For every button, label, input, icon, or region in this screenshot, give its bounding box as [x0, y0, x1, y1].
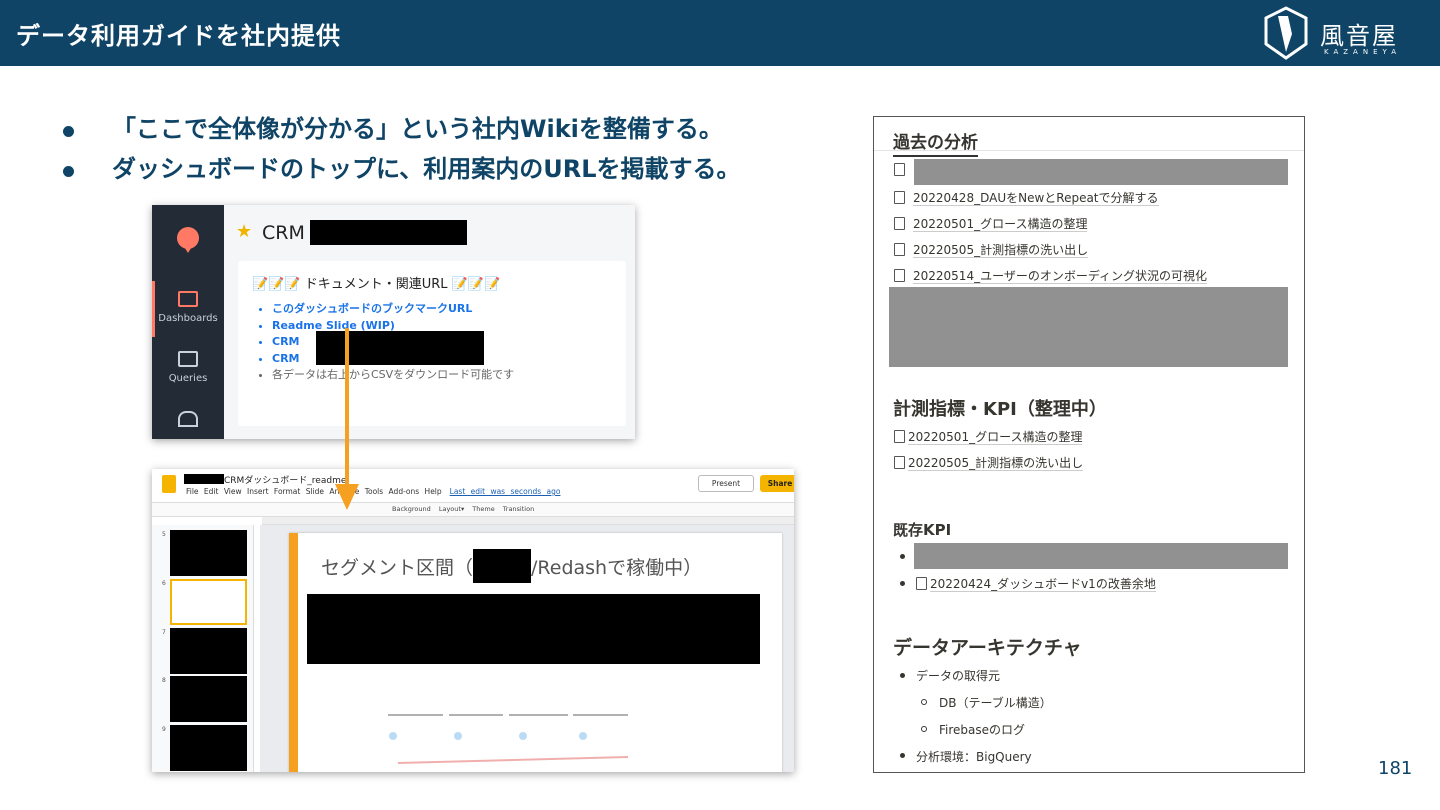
- slide-thumbnail-selected[interactable]: [170, 579, 247, 625]
- document-icon: [894, 269, 905, 282]
- slide-header: データ利用ガイドを社内提供 風音屋 KAZANEYA: [0, 0, 1440, 66]
- redacted-block: [914, 159, 1288, 185]
- bullet-item: ダッシュボードのトップに、利用案内のURLを掲載する。: [60, 150, 860, 190]
- filmstrip: 5 6 7 8 9: [152, 525, 254, 772]
- list-item: 分析環境：BigQuery: [916, 750, 1032, 764]
- redacted-block: [310, 220, 467, 245]
- google-slides-screenshot: CRMダッシュボード_readme File Edit View Insert …: [152, 469, 794, 772]
- logo-mark-icon: [1264, 6, 1308, 60]
- page-number: 181: [1378, 758, 1413, 779]
- redash-dashboard-screenshot: Dashboards Queries ★ CRM 📝📝📝 ドキュメント・関連UR…: [152, 205, 635, 439]
- list-item: DB（テーブル構造）: [939, 696, 1052, 710]
- favorite-star-icon[interactable]: ★: [236, 221, 252, 242]
- document-icon: [894, 243, 905, 256]
- document-icon: [894, 191, 905, 204]
- text-widget: 📝📝📝 ドキュメント・関連URL 📝📝📝 このダッシュボードのブックマークURL…: [238, 261, 626, 426]
- list-item: 各データは右上からCSVをダウンロード可能です: [272, 367, 514, 384]
- slide-thumbnail[interactable]: [170, 676, 247, 722]
- bullet-dot: [900, 753, 905, 758]
- link-item[interactable]: このダッシュボードのブックマークURL: [272, 301, 514, 318]
- wiki-page-item[interactable]: 20220505_計測指標の洗い出し: [894, 241, 1089, 258]
- list-item: データの取得元: [916, 669, 1001, 683]
- logo-subtext: KAZANEYA: [1324, 48, 1402, 56]
- slide-thumbnail[interactable]: [170, 628, 247, 674]
- bullet-list: 「ここで全体像が分かる」という社内Wikiを整備する。 ダッシュボードのトップに…: [60, 110, 860, 190]
- wiki-page-item[interactable]: 20220514_ユーザーのオンボーディング状況の可視化: [894, 267, 1207, 284]
- wiki-page-item[interactable]: 20220424_ダッシュボードv1の改善余地: [916, 575, 1156, 592]
- widget-heading: 📝📝📝 ドキュメント・関連URL 📝📝📝: [252, 277, 501, 292]
- document-link-icon: [894, 430, 905, 443]
- company-logo: 風音屋 KAZANEYA: [1258, 4, 1418, 62]
- share-button[interactable]: Share: [760, 475, 794, 492]
- document-link-icon: [916, 577, 927, 590]
- wiki-page-item[interactable]: 20220501_グロース構造の整理: [894, 428, 1083, 445]
- bullet-dot: [900, 554, 905, 559]
- document-link-icon: [894, 456, 905, 469]
- sub-bullet: [921, 699, 927, 705]
- monitor-icon: [178, 291, 198, 307]
- slide-title: データ利用ガイドを社内提供: [16, 22, 341, 50]
- divider: [874, 150, 1304, 151]
- present-button[interactable]: Present: [698, 475, 754, 492]
- redacted-block: [307, 594, 760, 664]
- wiki-page-item[interactable]: 20220501_グロース構造の整理: [894, 215, 1088, 232]
- wiki-section-heading: データアーキテクチャ: [893, 637, 1082, 659]
- wiki-page-item[interactable]: 20220505_計測指標の洗い出し: [894, 454, 1084, 471]
- slides-app-icon: [162, 475, 176, 493]
- internal-wiki-screenshot: 過去の分析 20220428_DAUをNewとRepeatで分解する 20220…: [873, 116, 1305, 773]
- nav-dashboards[interactable]: Dashboards: [152, 291, 224, 324]
- wiki-section-heading: 過去の分析: [893, 128, 978, 157]
- redash-logo-icon: [177, 227, 199, 253]
- redacted-block: [889, 287, 1288, 367]
- toolbar-items[interactable]: Background Layout▾ Theme Transition: [392, 505, 534, 513]
- dashboard-title: CRM: [262, 222, 305, 244]
- slide-number: 5: [162, 531, 166, 538]
- slide-heading: セグメント区間（/Redashで稼働中）: [321, 549, 702, 583]
- document-icon: [894, 217, 905, 230]
- slide-thumbnail[interactable]: [170, 725, 247, 771]
- redash-sidebar: Dashboards Queries: [152, 205, 224, 439]
- wiki-section-heading: 既存KPI: [893, 521, 952, 539]
- wiki-section-heading: 計測指標・KPI（整理中）: [893, 399, 1107, 420]
- wiki-page-item[interactable]: 20220428_DAUをNewとRepeatで分解する: [894, 189, 1159, 206]
- redacted-block: [914, 543, 1288, 569]
- alert-icon: [178, 411, 198, 427]
- wiki-page-item[interactable]: [894, 163, 913, 177]
- last-edit-link[interactable]: Last edit was seconds ago: [450, 487, 561, 496]
- logo-text: 風音屋: [1320, 22, 1398, 50]
- blurred-sketch-diagram: [388, 714, 629, 764]
- connector-arrow-icon: [335, 328, 359, 510]
- toolbar: Background Layout▾ Theme Transition: [152, 502, 794, 517]
- terminal-icon: [178, 351, 198, 367]
- nav-queries[interactable]: Queries: [152, 351, 224, 384]
- menu-bar: File Edit View Insert Format Slide Arran…: [186, 487, 560, 496]
- redacted-block: [184, 474, 224, 484]
- bullet-dot: [900, 673, 905, 678]
- list-item: Firebaseのログ: [939, 723, 1026, 737]
- slide-number: 6: [162, 580, 166, 587]
- slide-number: 9: [162, 726, 166, 733]
- doc-name[interactable]: CRMダッシュボード_readme: [224, 473, 346, 486]
- bullet-dot: [900, 581, 905, 586]
- slide-number: 8: [162, 677, 166, 684]
- document-icon: [894, 163, 905, 176]
- slide-number: 7: [162, 629, 166, 636]
- ruler: [262, 517, 794, 525]
- current-slide[interactable]: セグメント区間（/Redashで稼働中）: [289, 533, 782, 772]
- sub-bullet: [921, 726, 927, 732]
- nav-alerts[interactable]: [152, 411, 224, 433]
- slide-thumbnail[interactable]: [170, 530, 247, 576]
- bullet-item: 「ここで全体像が分かる」という社内Wikiを整備する。: [60, 110, 860, 150]
- menu-items[interactable]: File Edit View Insert Format Slide Arran…: [186, 487, 442, 496]
